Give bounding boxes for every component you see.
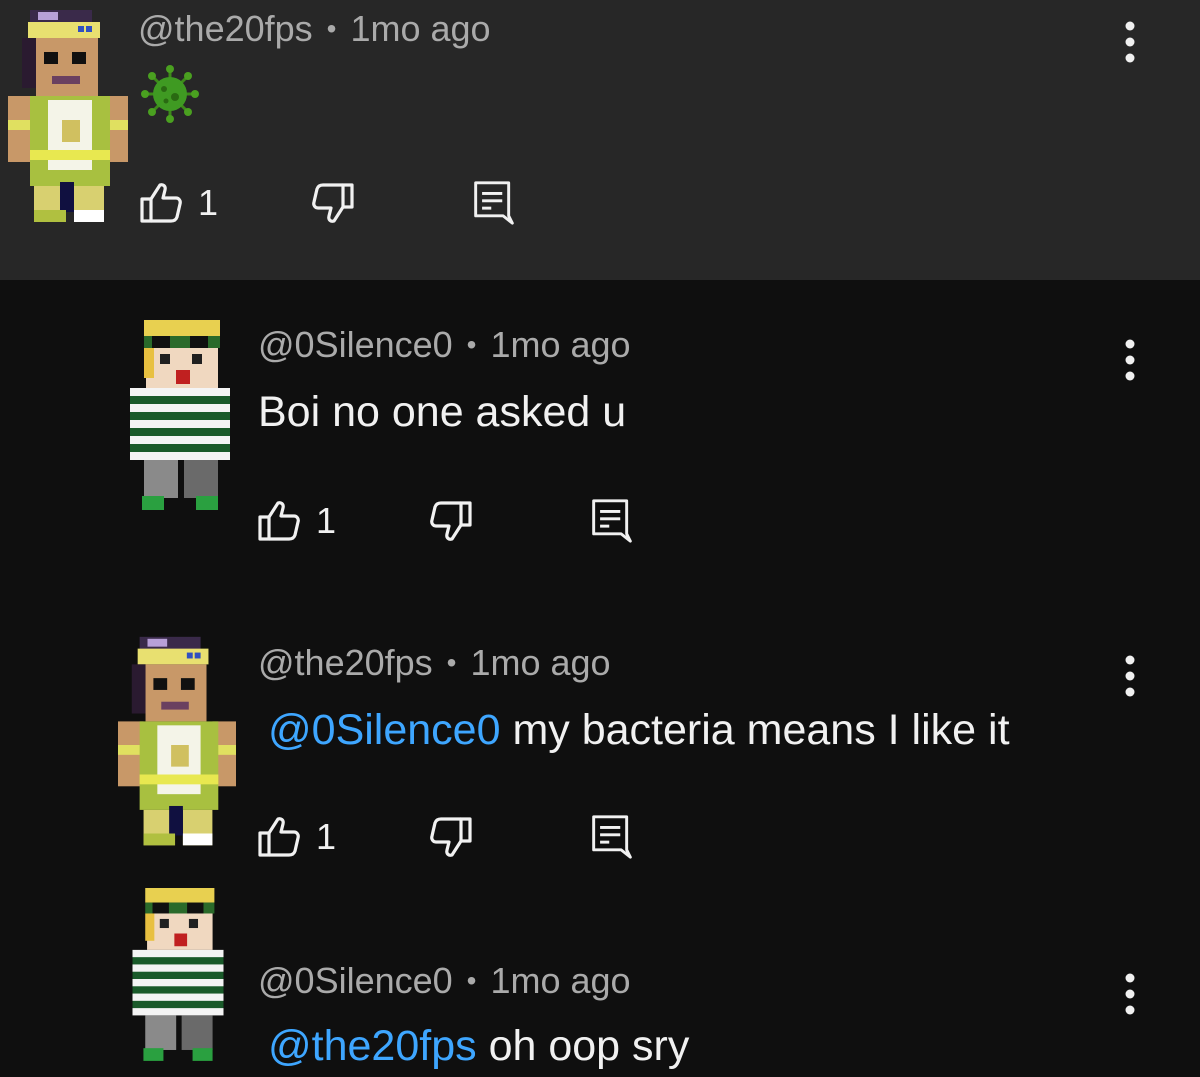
comment-meta: @the20fps • 1mo ago [258,642,611,684]
dislike-button[interactable] [308,179,356,227]
more-vert-icon [1124,20,1136,64]
mention-link[interactable]: @the20fps [268,1022,477,1070]
comment-menu-button[interactable] [1118,966,1142,1022]
comment-time[interactable]: 1mo ago [350,8,490,50]
comment-menu-button[interactable] [1118,648,1142,704]
author-handle[interactable]: @the20fps [258,642,433,684]
author-handle[interactable]: @0Silence0 [258,324,453,366]
reply-button[interactable] [590,496,634,546]
thumbs-down-icon [308,179,356,227]
mention-link[interactable]: @0Silence0 [268,706,501,754]
thumbs-up-icon [138,179,186,227]
comment-time[interactable]: 1mo ago [490,960,630,1002]
avatar[interactable] [8,4,128,236]
more-vert-icon [1124,654,1136,698]
comment-text: my bacteria means I like it [500,706,1010,754]
like-count: 1 [316,816,337,857]
author-handle[interactable]: @the20fps [138,8,313,50]
reply-button[interactable] [590,812,634,862]
comments-thread: @the20fps • 1mo ago 1 @0Silence0 • 1mo a… [0,0,1200,1077]
meta-separator: • [466,329,477,360]
comment-actions: 1 [138,178,516,228]
comment-body: @the20fps oh oop sry [268,1022,689,1071]
meta-separator: • [466,965,477,996]
avatar[interactable] [130,320,230,520]
like-count: 1 [316,500,337,541]
comment-menu-button[interactable] [1118,14,1142,70]
dislike-button[interactable] [426,813,474,861]
comment-item: @0Silence0 • 1mo ago @the20fps oh oop sr… [0,880,1200,1077]
comment-time[interactable]: 1mo ago [490,324,630,366]
more-vert-icon [1124,972,1136,1016]
like-button[interactable]: 1 [256,497,336,545]
thumbs-down-icon [426,497,474,545]
like-button[interactable]: 1 [138,179,218,227]
comment-meta: @0Silence0 • 1mo ago [258,324,631,366]
thumbs-down-icon [426,813,474,861]
reply-icon [590,812,634,862]
more-vert-icon [1124,338,1136,382]
comment-meta: @0Silence0 • 1mo ago [258,960,631,1002]
author-handle[interactable]: @0Silence0 [258,960,453,1002]
comment-actions: 1 [256,812,634,862]
reply-icon [590,496,634,546]
dislike-button[interactable] [426,497,474,545]
comment-actions: 1 [256,496,634,546]
comment-menu-button[interactable] [1118,332,1142,388]
comment-text: oh oop sry [476,1022,690,1070]
like-count: 1 [198,182,219,223]
like-button[interactable]: 1 [256,813,336,861]
meta-separator: • [326,13,337,44]
comment-item: @the20fps • 1mo ago 1 [0,0,1200,280]
reply-icon [472,178,516,228]
comment-item: @the20fps • 1mo ago @0Silence0 my bacter… [0,620,1200,860]
comment-body: Boi no one asked u [258,388,627,436]
comment-meta: @the20fps • 1mo ago [138,8,491,50]
avatar[interactable] [118,632,236,858]
avatar[interactable] [132,888,224,1070]
comment-item: @0Silence0 • 1mo ago Boi no one asked u … [0,300,1200,540]
comment-time[interactable]: 1mo ago [470,642,610,684]
comment-body: @0Silence0 my bacteria means I like it [268,706,1010,755]
virus-emoji-icon [141,65,199,123]
meta-separator: • [446,647,457,678]
thumbs-up-icon [256,813,304,861]
reply-button[interactable] [472,178,516,228]
thumbs-up-icon [256,497,304,545]
